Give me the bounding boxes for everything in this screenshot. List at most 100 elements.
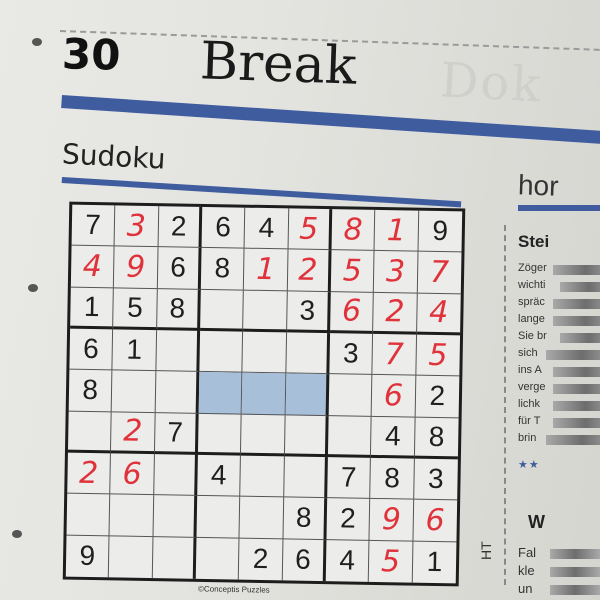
sudoku-cell: 3 (286, 291, 331, 334)
sudoku-cell (200, 289, 245, 332)
sudoku-cell: 1 (112, 329, 157, 372)
sudoku-cell (155, 371, 200, 414)
sudoku-cell: 2 (287, 249, 332, 292)
sudoku-cell: 4 (70, 245, 115, 289)
newspaper-page: 30 Break Dok Sudoku 73264581949681253715… (0, 0, 600, 600)
sudoku-cell: 6 (282, 539, 327, 582)
sudoku-cell: 8 (331, 209, 376, 252)
sudoku-cell: 2 (158, 206, 203, 249)
sudoku-cell (286, 332, 331, 375)
sudoku-cell (328, 374, 373, 417)
sudoku-cell (67, 411, 112, 454)
sudoku-cell: 8 (370, 457, 415, 500)
sudoku-cell: 1 (244, 248, 289, 292)
sudoku-cell: 3 (114, 205, 159, 248)
sudoku-cell: 8 (68, 369, 113, 413)
column-text-line: brin (518, 432, 537, 444)
sudoku-cell (285, 373, 330, 416)
column-text-line: Sie br (518, 330, 547, 342)
column-text-line: ins A (518, 364, 542, 376)
puzzle-title: Sudoku (61, 137, 167, 176)
sudoku-cell: 4 (197, 454, 242, 497)
punch-hole (12, 530, 22, 538)
sudoku-cell: 1 (426, 546, 443, 578)
sudoku-cell: 8 (414, 417, 459, 460)
column-text-line: verge (518, 381, 546, 393)
adjacent-column: hor Stei Zöger wichti spräc lange Sie br sich… (500, 0, 600, 600)
distortion-smear (550, 549, 600, 559)
sudoku-cell: 4 (244, 207, 289, 250)
sudoku-cell (240, 455, 285, 498)
punch-hole (28, 284, 38, 292)
distortion-smear (546, 350, 600, 360)
sudoku-board: 7326458194968125371583624613758622748264… (62, 201, 466, 587)
sudoku-cell: 2 (373, 292, 418, 335)
sudoku-cell: 8 (283, 497, 328, 540)
sudoku-cell: 7 (417, 251, 462, 295)
sudoku-cell (241, 414, 286, 457)
distortion-smear (560, 333, 600, 343)
sudoku-cell (198, 372, 243, 415)
sudoku-cell (195, 537, 240, 580)
sudoku-cell: 6 (413, 499, 458, 543)
column-text-line: Zöger (518, 262, 547, 274)
sudoku-cell: 6 (69, 328, 114, 371)
sudoku-cell (241, 372, 287, 416)
sudoku-cell: 5 (113, 288, 158, 331)
column-text-line: kle (518, 563, 535, 578)
sudoku-cell (199, 330, 244, 373)
sudoku-cell (156, 330, 201, 373)
puzzle-credit: ©Conceptis Puzzles (197, 584, 270, 595)
sudoku-cell (283, 456, 328, 499)
column-text-line: Fal (518, 545, 537, 560)
sudoku-cell: 2 (67, 452, 112, 495)
sudoku-cell: 9 (369, 499, 414, 542)
sudoku-cell (197, 413, 242, 456)
sudoku-cell: 4 (371, 416, 416, 459)
distortion-smear (553, 401, 600, 411)
sudoku-cell: 1 (374, 209, 419, 252)
section-title: Break (199, 31, 358, 97)
distortion-smear (560, 282, 600, 292)
page-number: 30 (61, 29, 122, 80)
sudoku-cell (109, 535, 154, 579)
sudoku-cell: 6 (371, 375, 416, 418)
column-heading: Stei (518, 232, 550, 251)
column-text-line: un (518, 581, 533, 596)
sudoku-cell: 2 (415, 375, 460, 419)
column-heading-2: W (528, 512, 545, 532)
sudoku-cell (111, 370, 157, 413)
column-accent-bar (518, 205, 600, 211)
sudoku-cell: 6 (201, 206, 246, 249)
sudoku-cell: 9 (65, 535, 110, 578)
column-text-line: spräc (518, 296, 545, 308)
sudoku-cell: 7 (71, 204, 116, 247)
sudoku-cell (284, 415, 329, 458)
sudoku-cell: 9 (114, 246, 159, 289)
sudoku-cell: 9 (418, 210, 463, 253)
sudoku-cell (242, 331, 287, 374)
sudoku-cell: 3 (374, 251, 419, 294)
distortion-smear (553, 418, 600, 428)
sudoku-cell: 2 (111, 412, 156, 455)
sudoku-cell (153, 495, 198, 538)
distortion-smear (553, 316, 600, 326)
column-text-line: lange (518, 313, 545, 325)
sudoku-cell: 7 (154, 412, 199, 455)
sudoku-cell: 2 (326, 498, 371, 541)
distortion-smear (553, 384, 600, 394)
sudoku-cell: 4 (416, 293, 461, 336)
sudoku-grid: 7326458194968125371583624613758622748264… (62, 201, 466, 587)
column-divider (504, 225, 506, 585)
sudoku-cell: 7 (372, 333, 417, 376)
sudoku-cell: 5 (288, 208, 333, 251)
sudoku-cell: 6 (110, 453, 155, 496)
sudoku-cell: 3 (413, 458, 458, 501)
column-section-word: hor (517, 169, 560, 202)
sudoku-cell: 5 (415, 334, 461, 377)
sudoku-cell: 3 (329, 333, 374, 376)
sudoku-cell: 7 (327, 457, 372, 500)
distortion-smear (553, 367, 600, 377)
sudoku-cell (153, 454, 198, 497)
column-text-line: sich (518, 347, 538, 359)
